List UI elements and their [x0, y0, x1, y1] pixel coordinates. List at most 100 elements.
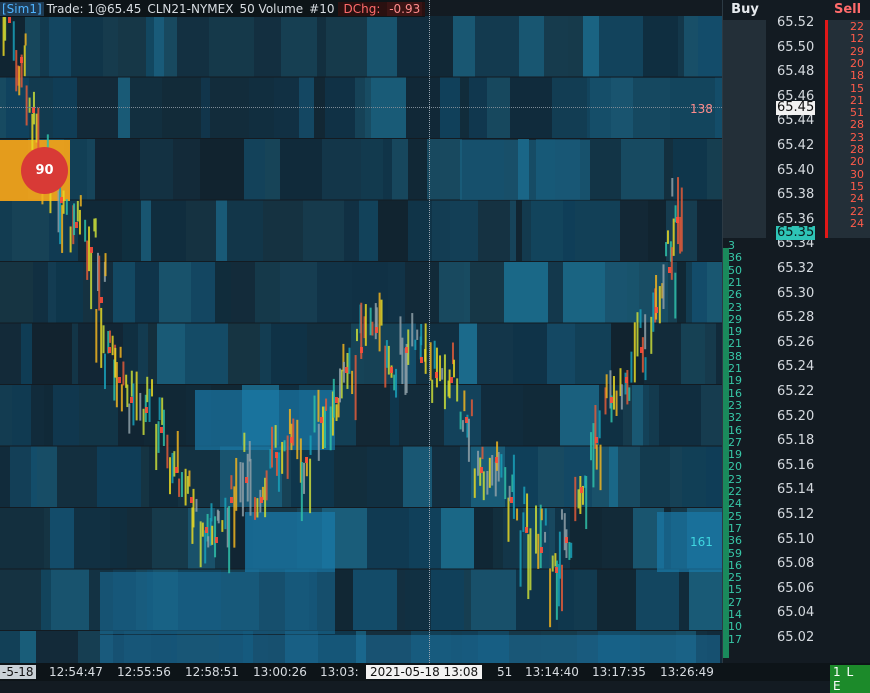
bid-size: 3: [728, 239, 735, 252]
bid-size: 21: [728, 337, 742, 351]
connection-status-badge[interactable]: 1 L E: [830, 665, 870, 693]
bid-size: 25: [728, 571, 742, 585]
bid-size: 10: [728, 620, 742, 634]
price-level: 65.12: [777, 507, 815, 522]
volume-bubble-value: 90: [35, 163, 54, 178]
time-label: 51: [497, 665, 513, 679]
bid-size: 16: [728, 386, 742, 400]
time-label: 13:00:26: [253, 665, 307, 679]
bid-size: 50: [728, 263, 742, 277]
price-level: 65.02: [777, 630, 815, 645]
daily-change-value: -0.93: [387, 1, 423, 16]
time-axis-start-label: -5-18: [0, 665, 36, 679]
bid-size: 21: [728, 362, 742, 375]
bid-size: 19: [728, 448, 742, 462]
price-level: 65.42: [777, 138, 815, 153]
crosshair-vertical-line: [429, 0, 430, 663]
sell-column[interactable]: Sell 22 12 29 20 18 15 21 51 28 23 28 20 30 15 24 22 24: [825, 0, 870, 663]
daily-change-label: DChg:: [343, 1, 381, 16]
bid-size: 16: [728, 558, 742, 572]
ask-size: 22: [850, 20, 864, 33]
last-trade-label: Trade: 1@65.45: [46, 1, 142, 16]
time-label: 12:58:51: [185, 665, 239, 679]
crosshair-date-label: 2021-05-18 13:08: [366, 665, 483, 679]
price-level: 65.50: [777, 39, 815, 55]
price-level: 65.40: [777, 162, 815, 178]
price-level: 65.44: [777, 113, 815, 129]
price-level: 65.52: [777, 15, 815, 30]
chart-header: [Sim1] Trade: 1@65.45 CLN21-NYMEX 50 Vol…: [0, 0, 426, 17]
price-ladder[interactable]: 65.52 65.50 65.48 65.46 65.44 65.42 65.40 65.38…: [766, 0, 825, 663]
ask-size: 29: [850, 44, 864, 58]
bid-size: 23: [728, 300, 742, 314]
ask-size: 15: [850, 179, 864, 193]
bid-size: 32: [728, 411, 742, 425]
bid-size: 26: [728, 288, 742, 302]
bid-size: 38: [728, 349, 742, 363]
bid-size: 19: [728, 325, 742, 339]
daily-change: DChg: -0.93: [337, 1, 426, 16]
bid-size: 23: [728, 472, 742, 486]
volume-label-upper: 138: [690, 102, 713, 116]
ask-size: 20: [850, 56, 864, 70]
volume-bubble: 90: [21, 147, 68, 194]
bid-size: 36: [728, 251, 742, 265]
price-level: 65.30: [777, 285, 815, 301]
bid-size: 59: [728, 546, 742, 560]
volume-label-lower: 161: [690, 535, 713, 549]
price-level: 65.22: [777, 384, 815, 399]
price-level: 65.20: [777, 408, 815, 424]
liquidity-heatmap-chart[interactable]: 90 138 161 [Sim1] Trade: 1@65.45 CLN21-N…: [0, 0, 722, 663]
time-label: 13:26:49: [660, 665, 714, 679]
bid-size: 19: [728, 374, 742, 388]
bid-size: 21: [728, 275, 742, 289]
ask-size: 51: [850, 106, 864, 120]
price-level: 65.24: [777, 359, 815, 375]
bid-size: 36: [728, 534, 742, 548]
bid-size: 27: [728, 435, 742, 449]
price-level: 65.38: [777, 187, 815, 203]
last-price-marker: 65.45: [776, 100, 816, 115]
buy-header: Buy: [731, 2, 759, 17]
bid-size: 14: [728, 608, 742, 621]
price-level: 65.18: [777, 433, 815, 449]
bid-size: 25: [728, 509, 742, 523]
price-level: 65.10: [777, 531, 815, 547]
last-price-line: [0, 107, 722, 108]
bid-size: 24: [728, 497, 742, 511]
ask-size: 28: [850, 143, 864, 156]
bid-size: 23: [728, 398, 742, 412]
time-label: 13:14:40: [525, 665, 579, 679]
bar-type-label[interactable]: 50 Volume: [236, 2, 306, 16]
price-level: 65.14: [777, 482, 815, 498]
instrument-label[interactable]: CLN21-NYMEX: [144, 2, 236, 16]
price-level: 65.04: [777, 605, 815, 621]
ask-size: 18: [850, 69, 864, 83]
ask-size: 22: [850, 204, 864, 218]
ask-size: 28: [850, 118, 864, 132]
bid-size: 27: [728, 595, 742, 609]
sell-volume-bar: [825, 20, 828, 238]
ask-size: 24: [850, 192, 864, 206]
account-label[interactable]: [Sim1]: [0, 1, 44, 16]
bid-size: 29: [728, 312, 742, 326]
ask-size: 21: [850, 93, 864, 107]
ask-size: 15: [850, 81, 864, 95]
ask-size: 24: [850, 216, 864, 230]
order-flow-window: 90 138 161 [Sim1] Trade: 1@65.45 CLN21-N…: [0, 0, 870, 693]
ask-size: 23: [850, 130, 864, 144]
ask-size: 30: [850, 167, 864, 181]
bid-size: 22: [728, 485, 742, 498]
price-level: 65.48: [777, 64, 815, 80]
time-label: 13:03:: [320, 665, 359, 679]
heatmap-canvas: [0, 0, 722, 663]
time-label: 13:17:35: [592, 665, 646, 679]
price-level: 65.32: [777, 261, 815, 276]
bar-count-label: #10: [309, 1, 335, 16]
bid-size: 20: [728, 460, 742, 474]
price-level: 65.08: [777, 556, 815, 572]
buy-column[interactable]: Buy 3 36 50 21 26 23 29 19 21 38 21 19 16 23 32 16 27 19 2…: [722, 0, 768, 663]
ask-price-marker: 65.35: [776, 225, 816, 240]
price-level: 65.28: [777, 310, 815, 326]
time-label: 12:54:47: [49, 665, 103, 679]
